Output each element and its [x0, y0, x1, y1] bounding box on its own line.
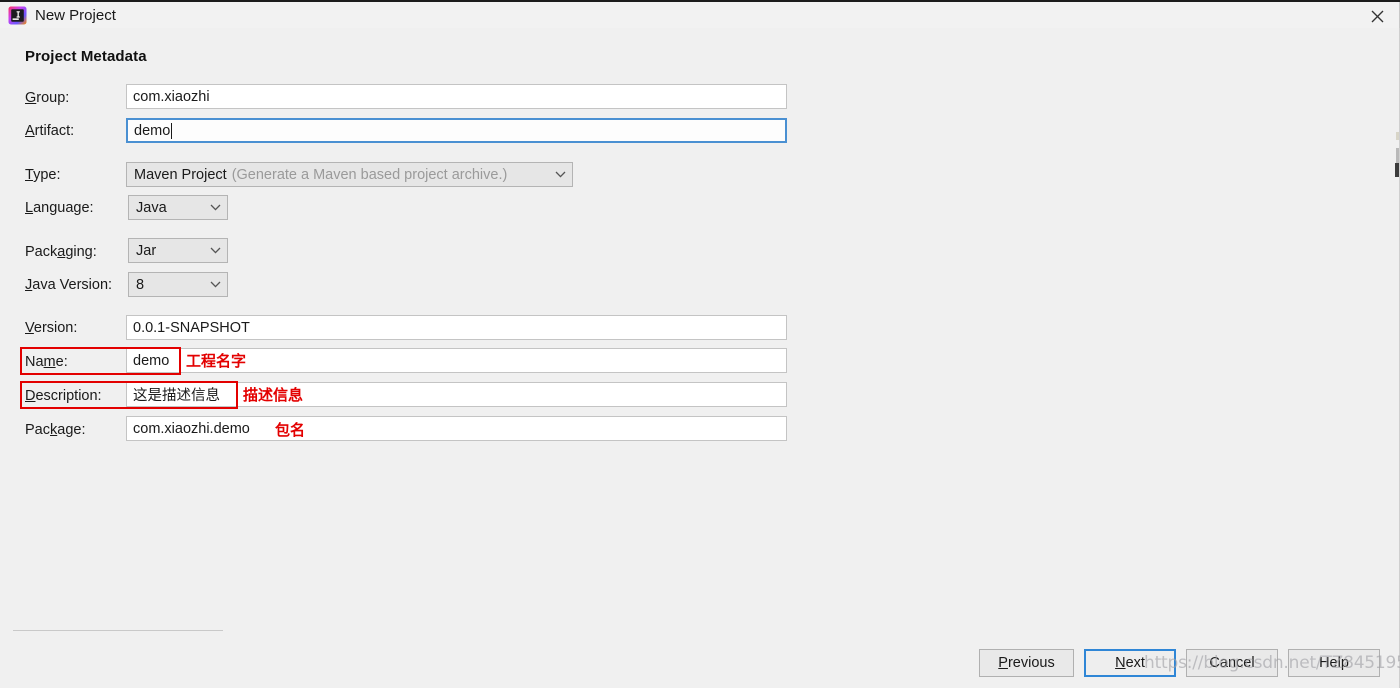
text-caret — [171, 122, 173, 139]
type-label: Type: — [25, 167, 61, 183]
group-value: com.xiaozhi — [133, 88, 210, 105]
right-edge-mark-dark — [1395, 163, 1399, 177]
java-version-label: Java Version: — [25, 277, 113, 293]
title-bar: New Project — [0, 0, 1400, 30]
packaging-dropdown[interactable]: Jar — [128, 238, 228, 263]
window-title: New Project — [35, 7, 116, 24]
intellij-idea-icon — [8, 6, 27, 25]
name-value: demo — [133, 352, 170, 369]
cancel-button[interactable]: Cancel — [1186, 649, 1278, 677]
description-label: Description: — [25, 388, 102, 404]
packaging-value: Jar — [136, 242, 157, 259]
version-input[interactable]: 0.0.1-SNAPSHOT — [126, 315, 787, 340]
page-title: Project Metadata — [25, 48, 147, 65]
artifact-label: Artifact: — [25, 123, 75, 139]
close-glyph — [1371, 10, 1383, 22]
name-label: Name: — [25, 354, 68, 370]
group-input[interactable]: com.xiaozhi — [126, 84, 787, 109]
package-annotation: 包名 — [275, 421, 306, 439]
new-project-dialog: New Project Project Metadata Group: com.… — [0, 0, 1400, 688]
package-label: Package: — [25, 422, 86, 438]
version-label: Version: — [25, 320, 78, 336]
language-value: Java — [136, 199, 167, 216]
java-version-value: 8 — [136, 276, 145, 293]
description-value: 这是描述信息 — [133, 388, 220, 404]
previous-button-label: Previous — [998, 655, 1055, 671]
language-dropdown[interactable]: Java — [128, 195, 228, 220]
chevron-down-icon — [207, 277, 223, 293]
next-button-label: Next — [1115, 655, 1145, 671]
previous-button[interactable]: Previous — [979, 649, 1074, 677]
chevron-down-icon — [207, 243, 223, 259]
chevron-down-icon — [552, 167, 568, 183]
type-value: Maven Project — [134, 166, 227, 183]
help-button[interactable]: Help — [1288, 649, 1380, 677]
type-dropdown[interactable]: Maven Project (Generate a Maven based pr… — [126, 162, 573, 187]
java-version-dropdown[interactable]: 8 — [128, 272, 228, 297]
right-edge-mark-light — [1396, 132, 1399, 140]
artifact-input[interactable]: demo — [126, 118, 787, 143]
help-button-label: Help — [1319, 655, 1349, 671]
group-label: Group: — [25, 90, 70, 106]
packaging-label: Packaging: — [25, 244, 97, 260]
type-hint: (Generate a Maven based project archive.… — [231, 166, 508, 183]
language-label: Language: — [25, 200, 94, 216]
name-annotation: 工程名字 — [186, 352, 247, 370]
next-button[interactable]: Next — [1084, 649, 1176, 677]
right-edge-mark-gray — [1396, 148, 1399, 164]
artifact-value: demo — [134, 122, 171, 139]
chevron-down-icon — [207, 200, 223, 216]
footer-divider — [13, 630, 223, 631]
description-input[interactable]: 这是描述信息 — [126, 382, 787, 407]
description-annotation: 描述信息 — [243, 386, 304, 404]
version-value: 0.0.1-SNAPSHOT — [133, 319, 250, 336]
close-icon[interactable] — [1354, 2, 1400, 30]
package-input[interactable]: com.xiaozhi.demo — [126, 416, 787, 441]
cancel-button-label: Cancel — [1209, 655, 1255, 671]
package-value: com.xiaozhi.demo — [133, 420, 250, 437]
